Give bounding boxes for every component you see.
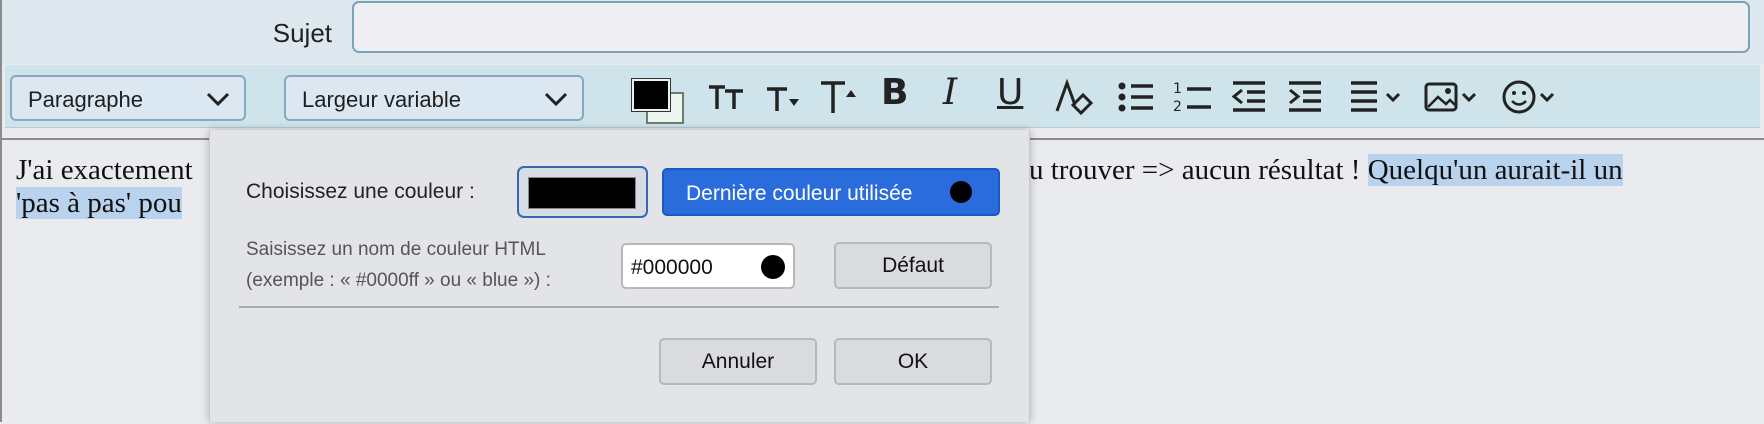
cancel-button[interactable]: Annuler	[659, 338, 817, 385]
paragraph-format-select[interactable]: Paragraphe	[10, 75, 246, 121]
chevron-down-icon	[206, 92, 230, 107]
color-picker-dialog: Choisissez une couleur : Dernière couleu…	[209, 130, 1030, 422]
paragraph-format-value: Paragraphe	[28, 87, 143, 112]
selected-text: Quelqu'un aurait-il un	[1367, 154, 1623, 186]
editor-line-1-end: u trouver => aucun résultat ! Quelqu'un …	[1029, 154, 1623, 187]
editor-text-end: u trouver => aucun résultat !	[1029, 154, 1368, 186]
editor-line-2: 'pas à pas' pou	[16, 187, 182, 220]
font-family-select[interactable]: Largeur variable	[284, 75, 584, 121]
svg-text:1: 1	[1173, 81, 1182, 97]
numbered-list-icon[interactable]: 12	[1171, 75, 1215, 119]
color-dot-icon	[950, 181, 972, 203]
insert-image-menu-icon[interactable]	[1423, 75, 1487, 119]
svg-text:2: 2	[1173, 99, 1182, 115]
selected-text-line-2: 'pas à pas' pou	[16, 187, 182, 219]
choose-color-label: Choisissez une couleur :	[246, 180, 475, 203]
text-color-swatch[interactable]	[631, 78, 671, 112]
subject-label: Sujet	[272, 18, 332, 48]
color-dot-icon	[761, 255, 785, 279]
bold-icon[interactable]: B	[881, 71, 908, 115]
formatting-toolbar: Paragraphe Largeur variable B I U 12	[5, 65, 1760, 128]
html-color-hint-line1: Saisissez un nom de couleur HTML	[246, 239, 546, 260]
last-used-color-label: Dernière couleur utilisée	[686, 182, 913, 205]
emoji-menu-icon[interactable]	[1501, 75, 1565, 119]
ok-button[interactable]: OK	[834, 338, 992, 385]
indent-icon[interactable]	[1283, 75, 1327, 119]
dialog-separator	[239, 306, 999, 308]
html-color-hint-line2: (exemple : « #0000ff » ou « blue ») :	[246, 270, 551, 291]
underline-icon[interactable]: U	[997, 71, 1023, 115]
clear-formatting-icon[interactable]	[1051, 75, 1095, 119]
default-button[interactable]: Défaut	[834, 242, 992, 289]
subject-row: Sujet	[2, 0, 1764, 64]
last-used-color-button[interactable]: Dernière couleur utilisée	[662, 168, 1000, 216]
html-color-hint: Saisissez un nom de couleur HTML (exempl…	[246, 234, 551, 296]
editor-text-start: J'ai exactement	[16, 154, 193, 186]
current-color-swatch	[528, 177, 636, 209]
text-color-picker[interactable]	[628, 77, 688, 124]
html-color-input[interactable]: #000000	[621, 243, 795, 289]
html-color-value: #000000	[631, 256, 713, 279]
subject-input[interactable]	[352, 1, 1750, 53]
decrease-size-icon[interactable]	[761, 75, 805, 119]
align-menu-icon[interactable]	[1347, 75, 1411, 119]
current-color-button[interactable]	[517, 166, 648, 218]
increase-size-icon[interactable]	[817, 75, 861, 119]
smaller-text-icon[interactable]	[705, 75, 749, 119]
font-family-value: Largeur variable	[302, 87, 461, 112]
bullet-list-icon[interactable]	[1115, 75, 1159, 119]
editor-line-1: J'ai exactement	[16, 154, 193, 187]
chevron-down-icon	[544, 92, 568, 107]
italic-icon[interactable]: I	[943, 71, 957, 115]
outdent-icon[interactable]	[1227, 75, 1271, 119]
